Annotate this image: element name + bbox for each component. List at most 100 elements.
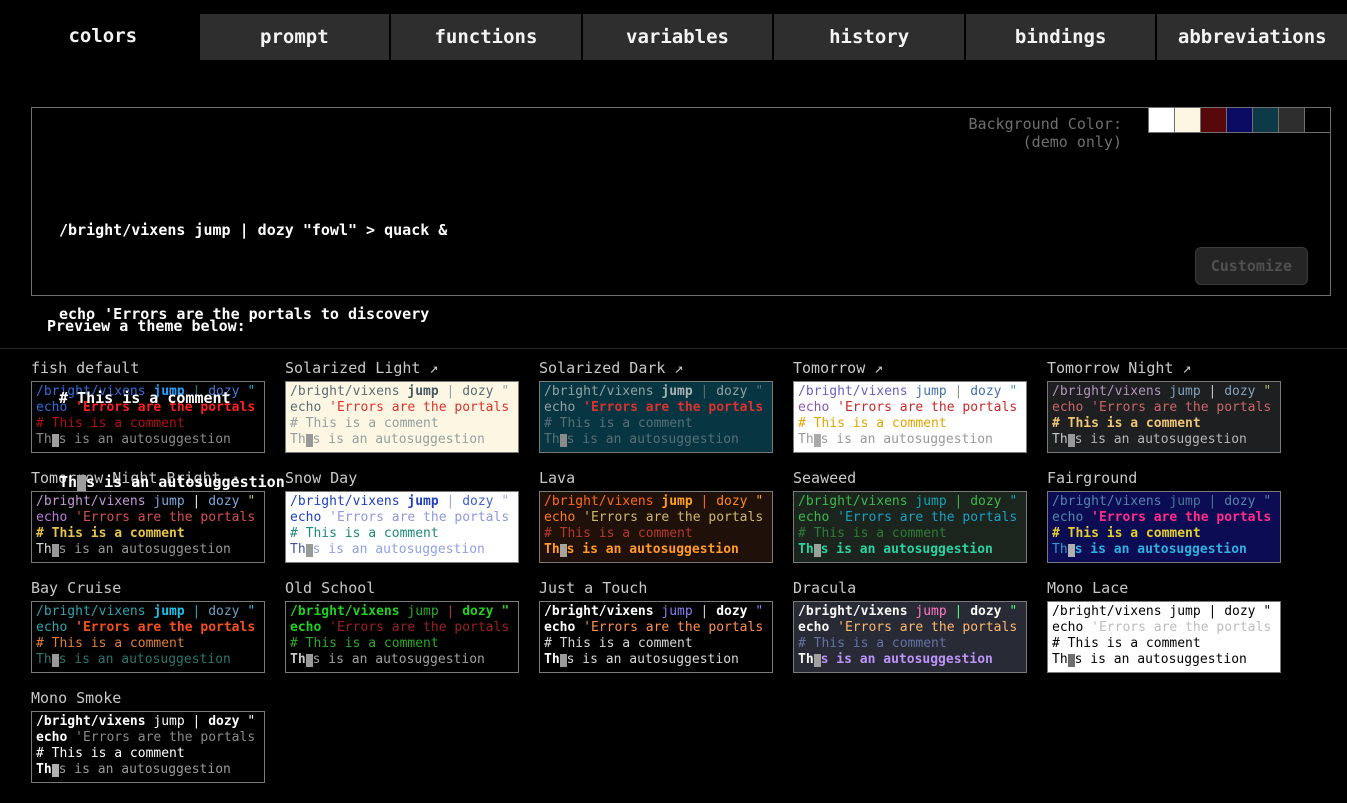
- theme-preview-box[interactable]: /bright/vixens jump | dozy " echo 'Error…: [285, 601, 519, 673]
- theme-card-solarized-dark[interactable]: Solarized Dark ↗ /bright/vixens jump | d…: [539, 357, 773, 453]
- theme-card-mono-smoke[interactable]: Mono Smoke /bright/vixens jump | dozy " …: [31, 687, 265, 783]
- terminal-line: /bright/vixens jump | dozy ": [1052, 384, 1276, 400]
- code-token: |: [947, 384, 970, 399]
- terminal-line: /bright/vixens jump | dozy ": [36, 714, 260, 730]
- cursor-block: [52, 654, 59, 667]
- theme-name: Mono Smoke: [31, 687, 265, 711]
- code-token: |: [185, 604, 208, 619]
- code-token: /bright/vixens: [798, 604, 915, 619]
- theme-preview-box[interactable]: /bright/vixens jump | dozy " echo 'Error…: [539, 601, 773, 673]
- code-token: 'Errors are the portals: [75, 620, 255, 635]
- external-link-icon[interactable]: ↗: [665, 359, 683, 377]
- code-token: |: [439, 604, 462, 619]
- theme-card-tomorrow[interactable]: Tomorrow ↗ /bright/vixens jump | dozy " …: [793, 357, 1027, 453]
- tab-functions[interactable]: functions: [391, 14, 581, 60]
- theme-card-just-a-touch[interactable]: Just a Touch /bright/vixens jump | dozy …: [539, 577, 773, 673]
- terminal-line: # This is a comment: [544, 416, 768, 432]
- theme-preview-box[interactable]: /bright/vixens jump | dozy " echo 'Error…: [31, 601, 265, 673]
- background-swatch-black[interactable]: [1304, 107, 1331, 133]
- code-token: Th: [544, 542, 560, 557]
- theme-preview-box[interactable]: /bright/vixens jump | dozy " echo 'Error…: [539, 381, 773, 453]
- cursor-block: [1068, 544, 1075, 557]
- theme-card-bay-cruise[interactable]: Bay Cruise /bright/vixens jump | dozy " …: [31, 577, 265, 673]
- theme-name: Dracula: [793, 577, 1027, 601]
- terminal-line: Ths is an autosuggestion: [544, 652, 768, 668]
- terminal-line: /bright/vixens jump | dozy ": [1052, 494, 1276, 510]
- theme-name: Old School: [285, 577, 519, 601]
- tab-history[interactable]: history: [774, 14, 964, 60]
- terminal-line: # This is a comment: [36, 746, 260, 762]
- background-swatch-dark-red[interactable]: [1200, 107, 1227, 133]
- code-token: 'Errors are the portals: [837, 620, 1017, 635]
- theme-card-mono-lace[interactable]: Mono Lace /bright/vixens jump | dozy " e…: [1047, 577, 1281, 673]
- tab-bindings[interactable]: bindings: [966, 14, 1156, 60]
- code-token: ": [1256, 604, 1272, 619]
- code-token: jump: [661, 494, 692, 509]
- external-link-icon[interactable]: ↗: [1173, 359, 1191, 377]
- code-token: # This is a comment: [1052, 416, 1201, 431]
- code-token: echo: [1052, 510, 1091, 525]
- terminal-line: /bright/vixens jump | dozy ": [544, 494, 768, 510]
- theme-preview-box[interactable]: /bright/vixens jump | dozy " echo 'Error…: [793, 601, 1027, 673]
- code-token: 'Errors are the portals: [329, 620, 509, 635]
- terminal-line: # This is a comment: [1052, 636, 1276, 652]
- theme-preview-box[interactable]: /bright/vixens jump | dozy " echo 'Error…: [793, 491, 1027, 563]
- terminal-line: Th s is an autosuggestion: [544, 542, 768, 558]
- background-swatch-cream[interactable]: [1174, 107, 1201, 133]
- code-token: ": [748, 384, 764, 399]
- terminal-line: /bright/vixens jump | dozy ": [544, 384, 768, 400]
- theme-preview-box[interactable]: /bright/vixens jump | dozy " echo 'Error…: [1047, 491, 1281, 563]
- terminal-line: echo 'Errors are the portals to discover…: [59, 300, 447, 328]
- theme-name: Just a Touch: [539, 577, 773, 601]
- tab-variables[interactable]: variables: [583, 14, 773, 60]
- code-token: jump: [407, 604, 438, 619]
- code-token: ": [748, 494, 764, 509]
- theme-preview-box[interactable]: /bright/vixens jump | dozy " echo 'Error…: [31, 711, 265, 783]
- theme-card-fairground[interactable]: Fairground /bright/vixens jump | dozy " …: [1047, 467, 1281, 563]
- theme-preview-box[interactable]: /bright/vixens jump | dozy " echo 'Error…: [539, 491, 773, 563]
- tab-colors[interactable]: colors: [8, 10, 198, 66]
- background-swatch-dark-teal[interactable]: [1252, 107, 1279, 133]
- theme-preview-box[interactable]: /bright/vixens jump | dozy " echo 'Error…: [793, 381, 1027, 453]
- background-swatch-dark-gray[interactable]: [1278, 107, 1305, 133]
- theme-name: Tomorrow Night ↗: [1047, 357, 1281, 381]
- tab-prompt[interactable]: prompt: [200, 14, 390, 60]
- terminal-line: echo 'Errors are the portals: [544, 620, 768, 636]
- theme-preview-box[interactable]: /bright/vixens jump | dozy " echo 'Error…: [1047, 601, 1281, 673]
- theme-name: Bay Cruise: [31, 577, 265, 601]
- external-link-icon[interactable]: ↗: [865, 359, 883, 377]
- code-token: Th: [1052, 432, 1068, 447]
- tab-abbreviations[interactable]: abbreviations: [1157, 14, 1347, 60]
- code-token: /bright/vixens: [36, 604, 153, 619]
- code-token: |: [693, 604, 716, 619]
- theme-card-tomorrow-night[interactable]: Tomorrow Night ↗ /bright/vixens jump | d…: [1047, 357, 1281, 453]
- code-token: dozy: [970, 494, 1001, 509]
- theme-card-dracula[interactable]: Dracula /bright/vixens jump | dozy " ech…: [793, 577, 1027, 673]
- customize-button[interactable]: Customize: [1195, 247, 1308, 285]
- theme-name: Solarized Dark ↗: [539, 357, 773, 381]
- code-token: echo: [36, 730, 75, 745]
- theme-card-lava[interactable]: Lava /bright/vixens jump | dozy " echo '…: [539, 467, 773, 563]
- code-token: s is an autosuggestion: [567, 542, 739, 557]
- code-token: echo: [544, 510, 583, 525]
- code-token: Th: [798, 652, 814, 667]
- code-token: echo: [36, 620, 75, 635]
- terminal-line: echo 'Errors are the portals: [798, 400, 1022, 416]
- code-token: Th: [544, 652, 560, 667]
- terminal-line: /bright/vixens jump | dozy ": [1052, 604, 1276, 620]
- color-preview-panel: Background Color: (demo only) /bright/vi…: [31, 107, 1331, 296]
- theme-name: Fairground: [1047, 467, 1281, 491]
- code-token: jump: [1169, 494, 1200, 509]
- theme-card-old-school[interactable]: Old School /bright/vixens jump | dozy " …: [285, 577, 519, 673]
- code-token: dozy: [1224, 604, 1255, 619]
- terminal-line: # This is a comment: [544, 526, 768, 542]
- code-token: s is an autosuggestion: [59, 652, 231, 667]
- cursor-block: [52, 434, 59, 447]
- code-token: |: [693, 494, 716, 509]
- code-token: jump: [661, 604, 692, 619]
- background-swatch-white[interactable]: [1148, 107, 1175, 133]
- background-swatch-navy[interactable]: [1226, 107, 1253, 133]
- theme-preview-box[interactable]: /bright/vixens jump | dozy " echo 'Error…: [1047, 381, 1281, 453]
- code-token: # This is a comment: [798, 526, 947, 541]
- theme-card-seaweed[interactable]: Seaweed /bright/vixens jump | dozy " ech…: [793, 467, 1027, 563]
